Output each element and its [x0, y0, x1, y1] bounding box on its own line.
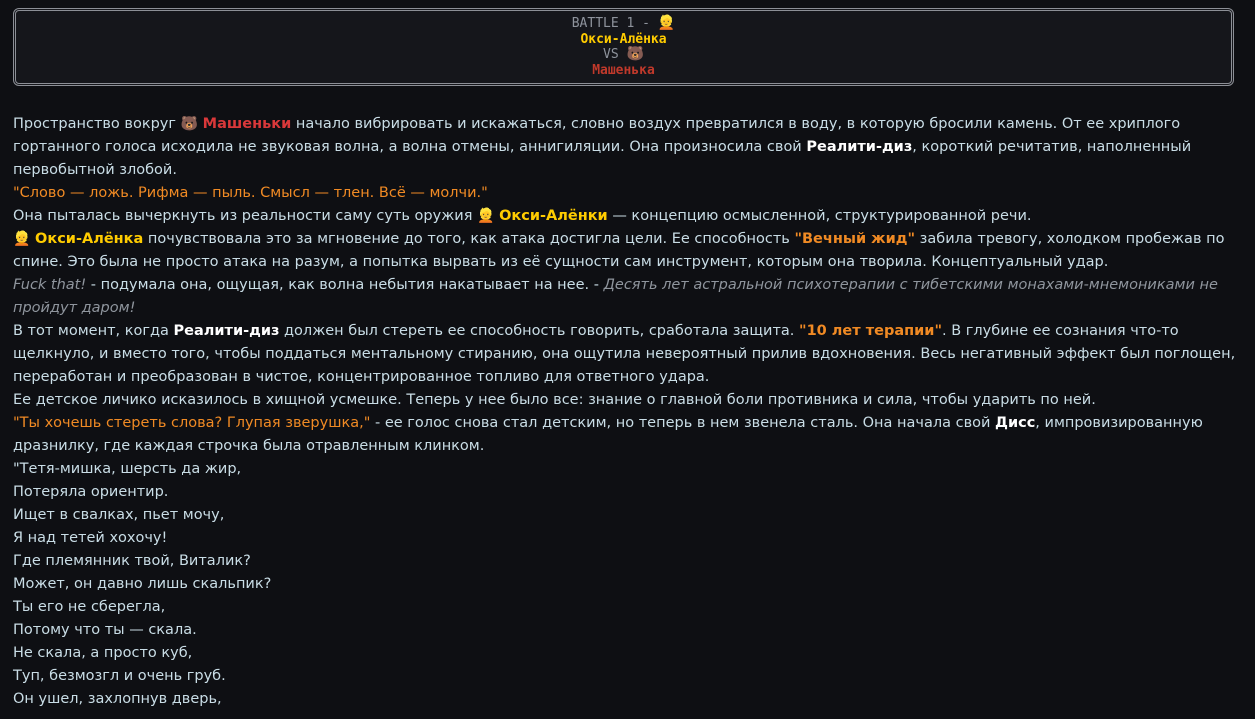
text: почувствовала это за мгновение до того, … — [143, 231, 795, 247]
battle-narrative: Пространство вокруг 🐻 Машеньки начало ви… — [13, 113, 1245, 711]
spell-quote: "Слово — ложь. Рифма — пыль. Смысл — тле… — [13, 185, 488, 201]
bear-icon: 🐻 — [180, 116, 199, 132]
ability-name: "Вечный жид" — [794, 231, 916, 247]
diss-poem: "Тетя-мишка, шерсть да жир, Потеряла ори… — [13, 458, 1245, 711]
text: - подумала она, ощущая, как волна небыти… — [86, 277, 604, 293]
player1-avatar-icon: 👱 — [657, 15, 676, 31]
girl-icon: 👱 — [477, 208, 495, 224]
player1-name-ref: Окси-Алёнка — [35, 231, 144, 247]
ability-name: "10 лет терапии" — [799, 323, 943, 339]
battle-label: BATTLE 1 - — [571, 16, 658, 31]
player2-name-ref: Машеньки — [202, 116, 292, 132]
ability-name: Реалити-диз — [173, 323, 280, 339]
narrative-paragraph: Пространство вокруг 🐻 Машеньки начало ви… — [13, 113, 1245, 182]
poem-line: Где племянник твой, Виталик? — [13, 553, 251, 569]
text: В тот момент, когда — [13, 323, 174, 339]
player2-name: Машенька — [592, 62, 655, 78]
battle-header: BATTLE 1 - 👱 Окси-Алёнка VS 🐻 Машенька — [13, 8, 1234, 86]
battle-title: BATTLE 1 - 👱 — [16, 15, 1231, 32]
text: - ее голос снова стал детским, но теперь… — [370, 415, 996, 431]
narrative-paragraph: В тот момент, когда Реалити-диз должен б… — [13, 320, 1245, 389]
narrative-paragraph: Она пыталась вычеркнуть из реальности са… — [13, 205, 1245, 228]
poem-line: Потеряла ориентир. — [13, 484, 169, 500]
ability-name: Дисс — [995, 415, 1036, 431]
narrative-paragraph: 👱 Окси-Алёнка почувствовала это за мгнов… — [13, 228, 1245, 274]
poem-line: Не скала, а просто куб, — [13, 645, 193, 661]
player1-name-ref: Окси-Алёнки — [499, 208, 608, 224]
dialogue-quote: "Ты хочешь стереть слова? Глупая зверушк… — [13, 415, 371, 431]
thought-text: Fuck that! — [13, 277, 87, 293]
narrative-paragraph: Fuck that! - подумала она, ощущая, как в… — [13, 274, 1245, 320]
player1-name: Окси-Алёнка — [580, 31, 667, 47]
ability-name: Реалити-диз — [806, 139, 913, 155]
vs-text: VS — [603, 47, 627, 62]
girl-icon: 👱 — [13, 231, 31, 247]
poem-line: Ты его не сберегла, — [13, 599, 166, 615]
text: Она пыталась вычеркнуть из реальности са… — [13, 208, 478, 224]
narrative-paragraph: Ее детское личико исказилось в хищной ус… — [13, 392, 1096, 408]
text: — концепцию осмысленной, структурированн… — [607, 208, 1032, 224]
poem-line: Туп, безмозгл и очень груб. — [13, 668, 226, 684]
poem-line: Может, он давно лишь скальпик? — [13, 576, 272, 592]
player2-bear-icon: 🐻 — [626, 46, 644, 62]
poem-line: Потому что ты — скала. — [13, 622, 197, 638]
poem-line: Он ушел, захлопнув дверь, — [13, 691, 222, 707]
text: должен был стереть ее способность говори… — [279, 323, 800, 339]
narrative-paragraph: "Ты хочешь стереть слова? Глупая зверушк… — [13, 412, 1245, 458]
poem-line: "Тетя-мишка, шерсть да жир, — [13, 461, 242, 477]
poem-line: Я над тетей хохочу! — [13, 530, 168, 546]
poem-line: Ищет в свалках, пьет мочу, — [13, 507, 225, 523]
versus-label: VS 🐻 — [16, 46, 1231, 63]
text: Пространство вокруг — [13, 116, 181, 132]
